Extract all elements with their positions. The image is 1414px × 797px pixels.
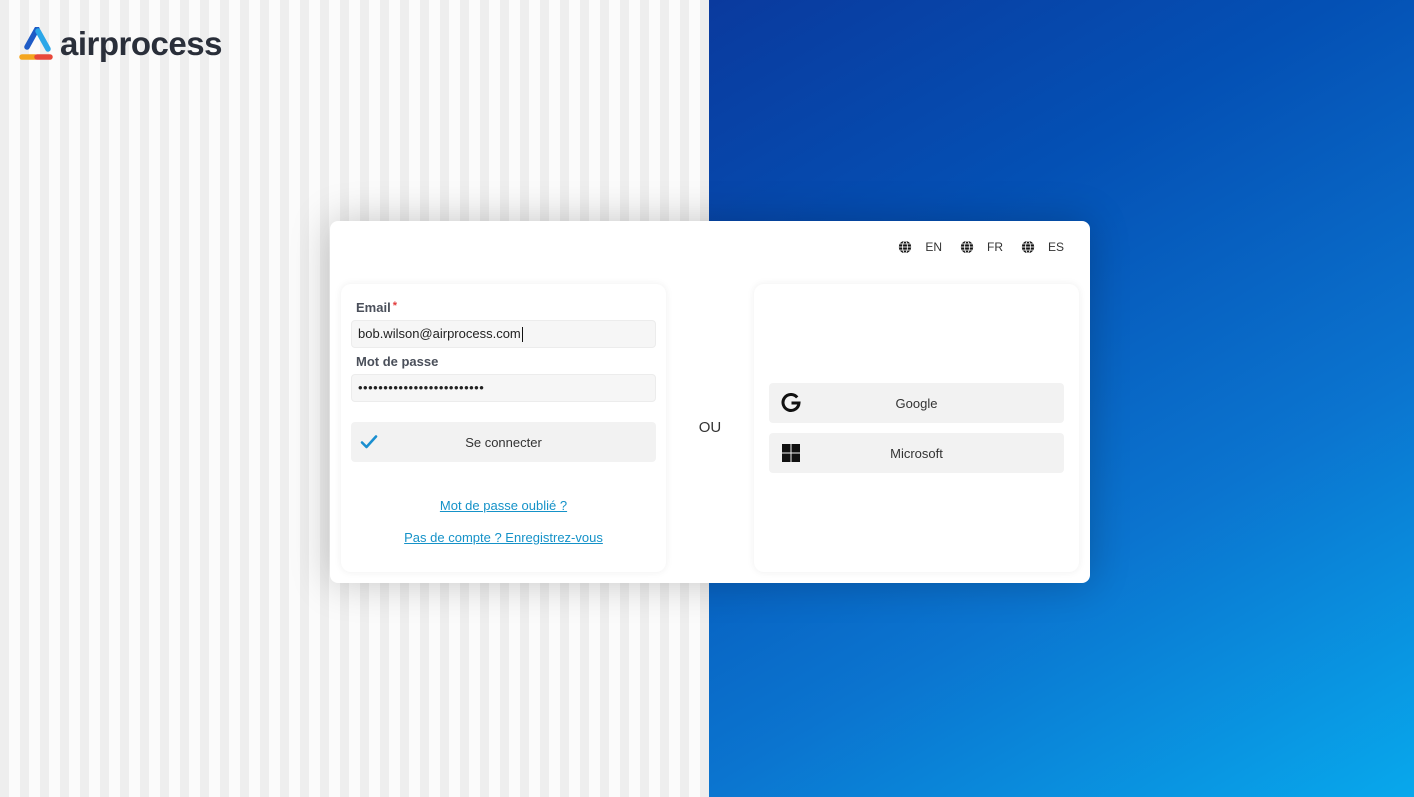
google-login-button[interactable]: Google	[769, 383, 1064, 423]
globe-icon	[1021, 240, 1035, 254]
password-value: •••••••••••••••••••••••••	[358, 380, 485, 395]
login-button[interactable]: Se connecter	[351, 422, 656, 462]
google-icon	[781, 393, 801, 412]
login-button-label: Se connecter	[465, 434, 542, 450]
register-link[interactable]: Pas de compte ? Enregistrez-vous	[341, 530, 666, 545]
email-value: bob.wilson@airprocess.com	[358, 326, 521, 341]
password-field[interactable]: •••••••••••••••••••••••••	[351, 374, 656, 402]
email-label-text: Email	[356, 300, 391, 315]
microsoft-button-label: Microsoft	[890, 445, 943, 461]
required-mark: *	[392, 300, 397, 312]
airprocess-logo-icon	[19, 27, 53, 60]
language-option-fr[interactable]: FR	[960, 240, 1003, 254]
language-code: ES	[1047, 240, 1064, 254]
email-label: Email *	[356, 300, 397, 315]
language-code: EN	[925, 240, 942, 254]
globe-icon	[899, 240, 912, 254]
text-caret	[521, 327, 523, 343]
brand-logo: airprocess	[18, 24, 222, 64]
brand-name: airprocess	[60, 25, 222, 62]
sso-panel: Google Microsoft	[754, 284, 1079, 572]
login-card: EN FR ES Email * bob.wilson@airprocess.c…	[330, 221, 1090, 583]
language-option-en[interactable]: EN	[898, 240, 942, 254]
globe-icon	[960, 240, 974, 254]
language-code: FR	[986, 240, 1003, 254]
credentials-panel: Email * bob.wilson@airprocess.com Mot de …	[341, 284, 666, 572]
email-field[interactable]: bob.wilson@airprocess.com	[351, 320, 656, 348]
microsoft-icon	[782, 444, 800, 462]
forgot-password-link[interactable]: Mot de passe oublié ?	[341, 498, 666, 513]
google-button-label: Google	[895, 395, 938, 411]
microsoft-login-button[interactable]: Microsoft	[769, 433, 1064, 473]
language-option-es[interactable]: ES	[1021, 240, 1064, 254]
password-label: Mot de passe	[356, 354, 439, 369]
language-switcher: EN FR ES	[880, 240, 1064, 254]
checkmark-icon	[360, 435, 378, 449]
separator-text: OU	[698, 419, 722, 436]
